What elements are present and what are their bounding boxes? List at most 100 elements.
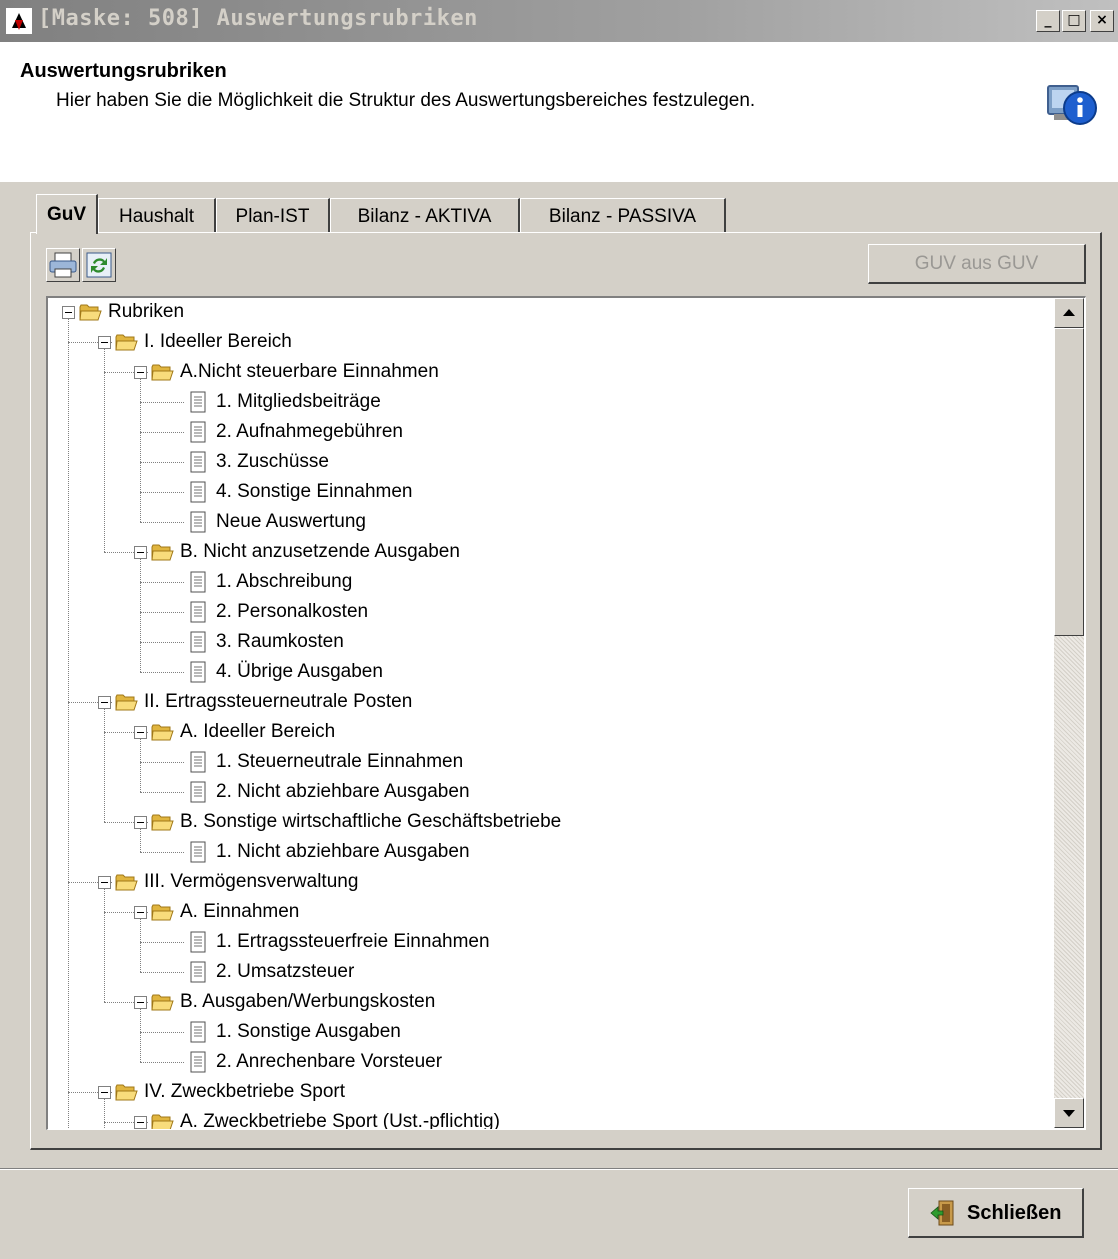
guv-aus-guv-button[interactable]: GUV aus GUV	[868, 244, 1086, 284]
tree-connector	[140, 972, 184, 973]
folder-icon	[114, 690, 138, 714]
document-icon	[186, 630, 210, 654]
tree-node-label: 3. Raumkosten	[216, 631, 344, 652]
tree-connector	[140, 792, 184, 793]
collapse-toggle-icon[interactable]	[134, 546, 147, 559]
collapse-toggle-icon[interactable]	[134, 726, 147, 739]
collapse-toggle-icon[interactable]	[134, 366, 147, 379]
header-separator	[0, 180, 1118, 182]
close-button[interactable]: Schließen	[908, 1188, 1084, 1238]
tree-connector	[140, 762, 184, 763]
tree-connector	[140, 522, 184, 523]
tree-node-label: 2. Umsatzsteuer	[216, 961, 355, 982]
collapse-toggle-icon[interactable]	[134, 816, 147, 829]
tree-connector	[140, 582, 184, 583]
tree-connector	[104, 702, 105, 822]
arrow-down-icon	[1063, 1110, 1075, 1117]
document-icon	[186, 1050, 210, 1074]
tree-node-label: 3. Zuschüsse	[216, 451, 329, 472]
tree-node-label: II. Ertragssteuerneutrale Posten	[144, 691, 413, 712]
tab-guv[interactable]: GuV	[36, 194, 98, 234]
tree-node-label: A. Einnahmen	[180, 901, 300, 922]
collapse-toggle-icon[interactable]	[98, 336, 111, 349]
tree-node-label: A.Nicht steuerbare Einnahmen	[180, 361, 439, 382]
tree-node-label: IV. Zweckbetriebe Sport	[144, 1081, 346, 1102]
vertical-scrollbar[interactable]	[1054, 298, 1084, 1128]
folder-icon	[114, 1080, 138, 1104]
document-icon	[186, 570, 210, 594]
tree-content: Rubriken I. Ideeller Bereich A.Nicht steue…	[48, 298, 1052, 1129]
tree-view[interactable]: Rubriken I. Ideeller Bereich A.Nicht steue…	[46, 296, 1086, 1130]
tree-node-label: 4. Übrige Ausgaben	[216, 661, 383, 682]
tree-connector	[140, 462, 184, 463]
document-icon	[186, 480, 210, 504]
tree-connector	[104, 882, 105, 1002]
exit-door-icon	[930, 1200, 954, 1226]
tree-connector	[140, 1062, 184, 1063]
collapse-toggle-icon[interactable]	[98, 696, 111, 709]
tree-node-label: I. Ideeller Bereich	[144, 331, 292, 352]
tree-connector	[140, 642, 184, 643]
tab-haushalt[interactable]: Haushalt	[98, 198, 216, 234]
collapse-toggle-icon[interactable]	[134, 1116, 147, 1129]
tree-node-label: B. Ausgaben/Werbungskosten	[180, 991, 436, 1012]
close-button-label: Schließen	[967, 1202, 1062, 1224]
tree-connector	[140, 1032, 184, 1033]
tab-bilanz-passiva[interactable]: Bilanz - PASSIVA	[520, 198, 726, 234]
collapse-toggle-icon[interactable]	[134, 906, 147, 919]
document-icon	[186, 1020, 210, 1044]
folder-icon	[114, 870, 138, 894]
tree-node-label: A. Ideeller Bereich	[180, 721, 336, 742]
refresh-button[interactable]	[82, 248, 116, 282]
collapse-toggle-icon[interactable]	[62, 306, 75, 319]
minimize-button[interactable]: _	[1036, 10, 1060, 32]
folder-icon	[150, 810, 174, 834]
scroll-thumb[interactable]	[1054, 328, 1084, 636]
document-icon	[186, 600, 210, 624]
scroll-down-button[interactable]	[1054, 1098, 1084, 1128]
document-icon	[186, 780, 210, 804]
collapse-toggle-icon[interactable]	[98, 1086, 111, 1099]
close-window-button[interactable]: ×	[1090, 10, 1114, 32]
document-icon	[186, 420, 210, 444]
folder-icon	[150, 900, 174, 924]
tree-node-label: 2. Nicht abziehbare Ausgaben	[216, 781, 470, 802]
document-icon	[186, 450, 210, 474]
title-bar: [Maske: 508] Auswertungsrubriken _ □ ×	[0, 0, 1118, 42]
app-icon	[6, 8, 32, 34]
tree-connector	[140, 492, 184, 493]
folder-icon	[150, 540, 174, 564]
document-icon	[186, 840, 210, 864]
tree-node-label: Rubriken	[108, 301, 185, 322]
document-icon	[186, 510, 210, 534]
tree-connector	[140, 672, 184, 673]
tree-connector	[140, 852, 184, 853]
tree-node-label: B. Sonstige wirtschaftliche Geschäftsbet…	[180, 811, 562, 832]
refresh-icon	[86, 252, 112, 278]
folder-icon	[78, 300, 102, 324]
document-icon	[186, 390, 210, 414]
tree-node-label: 2. Aufnahmegebühren	[216, 421, 403, 442]
scroll-up-button[interactable]	[1054, 298, 1084, 328]
printer-icon	[49, 252, 77, 278]
collapse-toggle-icon[interactable]	[98, 876, 111, 889]
folder-icon	[150, 360, 174, 384]
tab-bilanz-aktiva[interactable]: Bilanz - AKTIVA	[330, 198, 520, 234]
tree-connector	[68, 312, 69, 1128]
tab-plan-ist[interactable]: Plan-IST	[216, 198, 330, 234]
document-icon	[186, 750, 210, 774]
tree-node-label: Neue Auswertung	[216, 511, 366, 532]
tree-connector	[140, 402, 184, 403]
folder-icon	[150, 990, 174, 1014]
collapse-toggle-icon[interactable]	[134, 996, 147, 1009]
tree-node-label: 1. Abschreibung	[216, 571, 353, 592]
tree-connector	[104, 342, 105, 552]
tree-connector	[140, 372, 141, 522]
arrow-up-icon	[1063, 309, 1075, 316]
tree-node-label: 2. Anrechenbare Vorsteuer	[216, 1051, 443, 1072]
tree-node-label: B. Nicht anzusetzende Ausgaben	[180, 541, 460, 562]
print-button[interactable]	[46, 248, 80, 282]
maximize-button[interactable]: □	[1062, 10, 1086, 32]
header-panel: Auswertungsrubriken Hier haben Sie die M…	[0, 42, 1118, 181]
tree-connector	[140, 432, 184, 433]
